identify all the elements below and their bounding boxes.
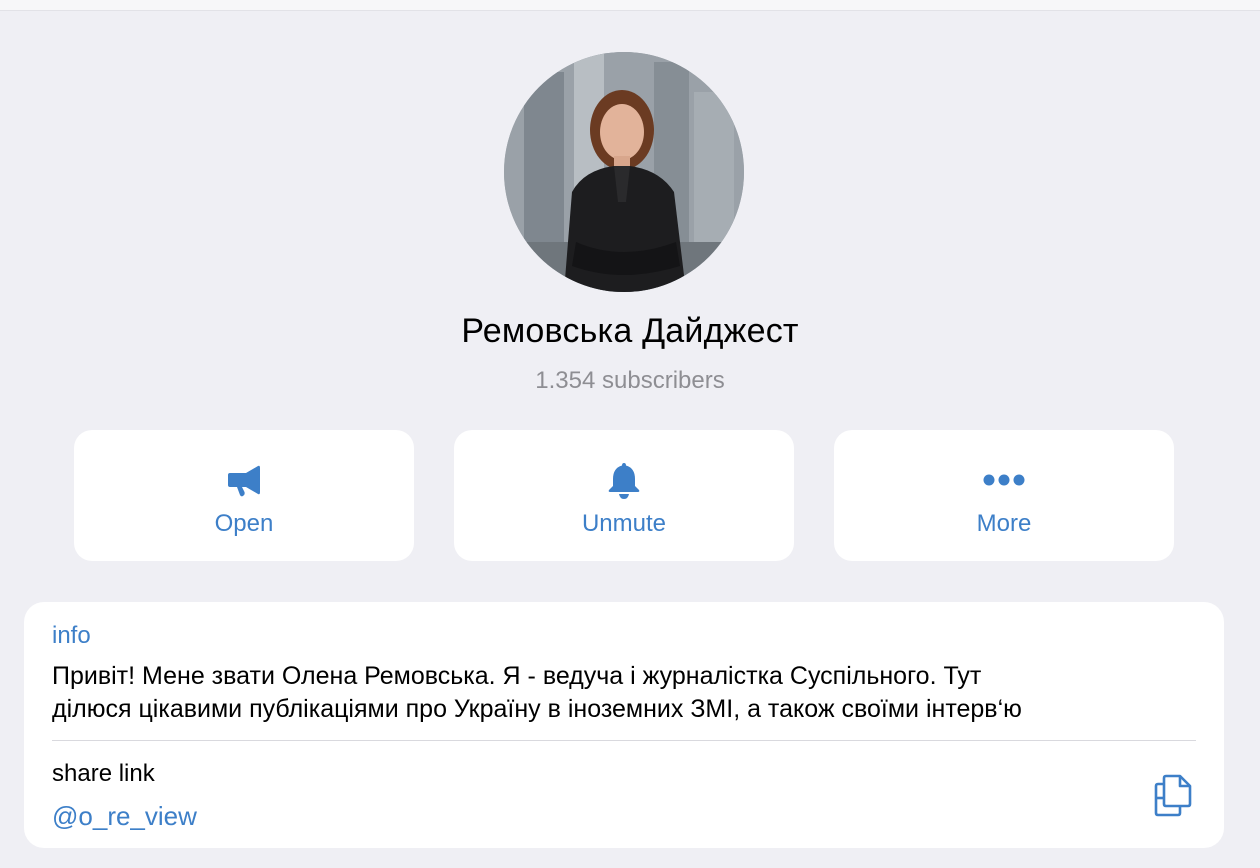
copy-icon bbox=[1154, 774, 1192, 817]
info-card: info Привіт! Мене звати Олена Ремовська.… bbox=[24, 602, 1224, 848]
channel-title: Ремовська Дайджест bbox=[461, 312, 799, 350]
unmute-button[interactable]: Unmute bbox=[454, 430, 794, 561]
more-label: More bbox=[976, 510, 1032, 537]
unmute-label: Unmute bbox=[581, 510, 667, 537]
info-label: info bbox=[52, 622, 91, 649]
share-link-label: share link bbox=[52, 760, 155, 787]
info-description-line-1: Привіт! Мене звати Олена Ремовська. Я - … bbox=[52, 662, 982, 690]
megaphone-icon bbox=[74, 460, 414, 500]
ellipsis-icon bbox=[834, 460, 1174, 500]
top-divider bbox=[0, 0, 1260, 11]
info-description: Привіт! Мене звати Олена Ремовська. Я - … bbox=[52, 660, 1202, 726]
channel-avatar bbox=[504, 52, 744, 292]
copy-link-button[interactable] bbox=[1152, 772, 1196, 818]
open-button[interactable]: Open bbox=[74, 430, 414, 561]
share-link-value[interactable]: @o_re_view bbox=[52, 801, 197, 832]
subscriber-count: 1.354 subscribers bbox=[535, 367, 725, 394]
more-button[interactable]: More bbox=[834, 430, 1174, 561]
avatar-photo bbox=[504, 52, 744, 292]
info-description-line-2: ділюся цікавими публікаціями про Україну… bbox=[52, 695, 1022, 723]
bell-icon bbox=[454, 460, 794, 500]
info-divider bbox=[52, 740, 1196, 741]
open-label: Open bbox=[214, 510, 274, 537]
